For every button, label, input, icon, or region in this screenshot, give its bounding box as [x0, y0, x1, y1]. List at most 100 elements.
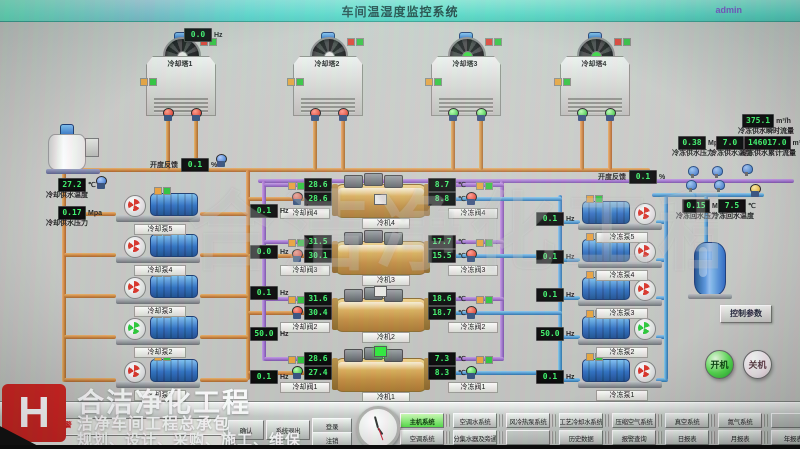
tank-base	[46, 169, 100, 174]
chilled-valve-icon[interactable]	[466, 249, 476, 262]
pump-label: 冷冻泵4	[596, 270, 648, 281]
nav-nitrogen-system[interactable]: 氮气系统	[718, 413, 762, 428]
chilled-valve-icon[interactable]	[466, 192, 476, 205]
login-button[interactable]: 登录	[312, 418, 352, 433]
nav-process-cooling-water[interactable]: 工艺冷却水系统	[559, 413, 603, 428]
control-params-button[interactable]: 控制参数	[720, 305, 772, 323]
chilled-valve-icon[interactable]	[466, 306, 476, 319]
nav-hvac-system[interactable]: 空调系统	[400, 430, 444, 445]
tank-base	[688, 294, 732, 299]
chiller-label: 冷机4	[362, 218, 410, 229]
dosing-tank[interactable]	[48, 124, 98, 174]
expansion-tank[interactable]	[694, 242, 726, 296]
screen-bezel-bottom	[0, 445, 800, 449]
chilled-valve-label: 冷冻阀2	[448, 322, 498, 333]
cooling-tower-2[interactable]: 冷却塔2	[291, 32, 363, 116]
pump-freq-readout: 50.0Hz	[250, 327, 289, 341]
chw-supply-press-label: 冷冻供水压力	[672, 148, 714, 158]
tank-body	[48, 134, 86, 170]
chw-total-flow-label: 冷冻供水累计流量	[740, 148, 796, 158]
tower-valve-icon[interactable]	[310, 108, 320, 121]
cooling-pump-3[interactable]	[116, 274, 200, 304]
stop-button[interactable]: 关机	[743, 350, 772, 379]
cooling-tower-4[interactable]: 冷却塔4	[558, 32, 630, 116]
nav-air-cooled-heatpump[interactable]: 风冷热泵系统	[506, 413, 550, 428]
cooling-valve-icon[interactable]	[292, 366, 302, 379]
cooling-tower-1[interactable]: 冷却塔1	[144, 32, 216, 116]
status-tag	[154, 187, 171, 195]
tower-valve-icon[interactable]	[338, 108, 348, 121]
pump-freq-readout: 50.0Hz	[536, 327, 575, 341]
chilled-pump-1[interactable]	[578, 358, 662, 388]
status-tag	[476, 182, 493, 190]
cooling-valve-icon[interactable]	[292, 306, 302, 319]
cooling-valve-icon[interactable]	[292, 249, 302, 262]
run-indicator	[374, 286, 387, 297]
nav-disabled-2	[506, 430, 550, 445]
chiller-1[interactable]: 28.6 27.4 7.3℃ 8.3℃ 冷却阀1 冷冻阀1 冷机1	[288, 352, 484, 404]
chiller-body	[334, 358, 428, 392]
bypass-valve-icon[interactable]	[216, 154, 226, 167]
cooling-pump-4[interactable]	[116, 233, 200, 263]
tower-valve-icon[interactable]	[605, 108, 615, 121]
cooling-tower-3[interactable]: 冷却塔3	[429, 32, 501, 116]
scada-screen-photo: 车间温湿度监控系统 admin	[0, 0, 800, 449]
pump-freq-readout: 0.1Hz	[536, 212, 575, 226]
pump-freq-readout: 0.1Hz	[250, 286, 289, 300]
nav-alarm-query[interactable]: 报警查询	[612, 430, 656, 445]
nav-vacuum-system[interactable]: 真空系统	[665, 413, 709, 428]
tower-fan-freq-readout: 0.0Hz	[184, 28, 223, 42]
chiller-2[interactable]: 31.6 30.4 18.6℃ 18.7℃ 冷却阀2 冷冻阀2 冷机2	[288, 292, 484, 344]
tower-valve-icon[interactable]	[163, 108, 173, 121]
status-tag	[485, 38, 502, 46]
status-tag	[347, 38, 364, 46]
start-button[interactable]: 开机	[705, 350, 734, 379]
tower-valve-icon[interactable]	[191, 108, 201, 121]
nav-manifold-bypass[interactable]: 分集水器及旁通	[453, 430, 497, 445]
nav-ahu-water-system[interactable]: 空调水系统	[453, 413, 497, 428]
run-indicator	[374, 194, 387, 205]
cooling-pump-5[interactable]	[116, 192, 200, 222]
control-box	[85, 138, 99, 157]
nav-daily-report[interactable]: 日报表	[665, 430, 709, 445]
chw-return-temp-label: 冷冻回水温度	[712, 211, 754, 221]
opening-feedback-right: 开度反馈 0.1%	[598, 170, 665, 184]
sensor-transmitter-icon	[742, 164, 751, 176]
cooling-pump-2[interactable]	[116, 315, 200, 345]
status-tag	[288, 239, 305, 247]
nav-compressed-air[interactable]: 压缩空气系统	[612, 413, 656, 428]
sensor-transmitter-icon	[686, 180, 695, 192]
cooling-valve-icon[interactable]	[292, 192, 302, 205]
status-tag	[287, 78, 304, 86]
chilled-pump-2[interactable]	[578, 315, 662, 345]
chilled-valve-label: 冷冻阀1	[448, 382, 498, 393]
status-tag	[476, 296, 493, 304]
chiller-label: 冷机3	[362, 275, 410, 286]
tower-valve-icon[interactable]	[476, 108, 486, 121]
nav-history-data[interactable]: 历史数据	[559, 430, 603, 445]
pump-label: 冷冻泵5	[596, 232, 648, 243]
tower-label: 冷却塔3	[429, 59, 501, 69]
title-bar: 车间温湿度监控系统 admin	[0, 0, 800, 22]
tower-valve-icon[interactable]	[577, 108, 587, 121]
nav-monthly-report[interactable]: 月报表	[718, 430, 762, 445]
chiller-4[interactable]: 28.6 28.6 8.7℃ 8.8℃ 冷却阀4 冷冻阀4 冷机4	[288, 178, 484, 230]
chiller-body	[334, 298, 428, 332]
chilled-valve-icon[interactable]	[466, 366, 476, 379]
chilled-pump-5[interactable]	[578, 200, 662, 230]
chiller-body	[334, 241, 428, 275]
status-tag	[554, 78, 571, 86]
status-tag	[586, 195, 603, 203]
chiller-3[interactable]: 31.5 30.1 17.7℃ 15.5℃ 冷却阀3 冷冻阀3 冷机3	[288, 235, 484, 287]
run-indicator	[374, 346, 387, 357]
pump-freq-readout: 0.0Hz	[250, 245, 289, 259]
nav-main-system[interactable]: 主机系统	[400, 413, 444, 428]
status-tag	[288, 296, 305, 304]
status-tag	[140, 78, 157, 86]
pump-label: 冷却泵4	[134, 265, 186, 276]
tower-valve-icon[interactable]	[448, 108, 458, 121]
manual-valve-icon[interactable]	[750, 184, 760, 197]
chiller-label: 冷机2	[362, 332, 410, 343]
nav-yearly-report[interactable]: 年报表	[771, 430, 800, 445]
pipe-valve-icon[interactable]	[96, 176, 106, 189]
